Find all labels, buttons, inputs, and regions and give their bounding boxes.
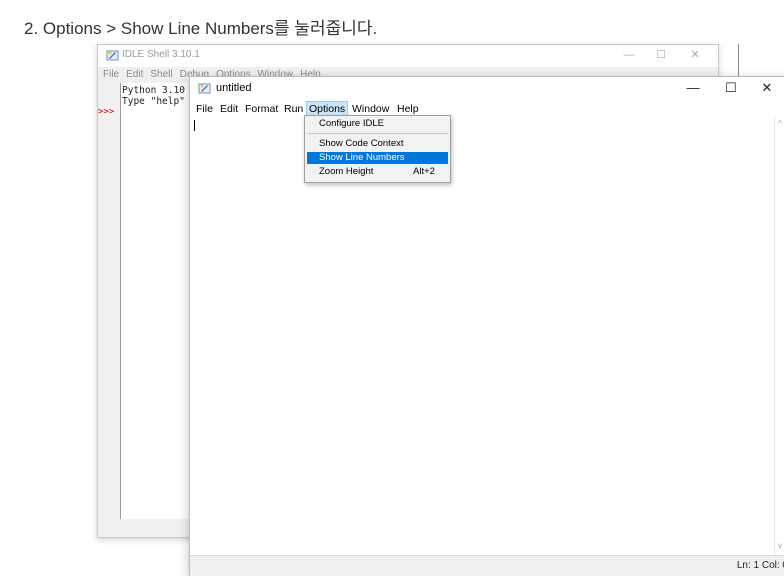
instruction-caption: 2. Options > Show Line Numbers를 눌러줍니다.: [24, 19, 378, 38]
menu-item-show-line-numbers[interactable]: Show Line Numbers: [307, 152, 448, 164]
menu-item-label: Show Code Context: [319, 138, 404, 149]
shell-line: Type "help": [122, 96, 185, 107]
editor-maximize-button[interactable]: ☐: [718, 80, 744, 96]
menu-help[interactable]: Help: [395, 102, 421, 116]
editor-text-area[interactable]: [190, 117, 774, 555]
menu-item-label: Show Line Numbers: [319, 152, 405, 163]
shell-menu-file[interactable]: File: [103, 69, 119, 80]
editor-window[interactable]: untitled — ☐ ✕ File Edit Format Run Opti…: [189, 76, 784, 576]
menu-edit[interactable]: Edit: [218, 102, 240, 116]
menu-file[interactable]: File: [194, 102, 215, 116]
shell-line: Python 3.10: [122, 85, 185, 96]
editor-title-bar[interactable]: untitled — ☐ ✕: [190, 77, 784, 99]
idle-app-icon: [198, 83, 211, 94]
menu-item-zoom-height[interactable]: Zoom Height Alt+2: [307, 166, 448, 178]
menu-window[interactable]: Window: [350, 102, 391, 116]
cursor-position-status: Ln: 1 Col: 0: [736, 560, 784, 571]
idle-app-icon: [106, 50, 119, 61]
editor-menu-bar: File Edit Format Run Options Window Help: [190, 101, 784, 117]
shell-title-bar[interactable]: IDLE Shell 3.10.1 — ☐ ✕: [98, 45, 718, 67]
menu-separator: [307, 133, 448, 134]
menu-format[interactable]: Format: [243, 102, 280, 116]
menu-run[interactable]: Run: [282, 102, 305, 116]
menu-item-show-code-context[interactable]: Show Code Context: [307, 138, 448, 150]
editor-close-button[interactable]: ✕: [754, 80, 780, 96]
editor-minimize-button[interactable]: —: [680, 80, 706, 96]
menu-item-label: Configure IDLE: [319, 118, 384, 129]
shell-minimize-button[interactable]: —: [618, 47, 640, 63]
menu-item-label: Zoom Height: [319, 166, 374, 177]
menu-item-configure-idle[interactable]: Configure IDLE: [307, 118, 448, 130]
window-edge-line: [738, 44, 739, 76]
vertical-scrollbar[interactable]: ^ v: [774, 117, 784, 555]
shell-prompt: >>>: [98, 107, 115, 117]
shell-menu-shell[interactable]: Shell: [150, 69, 172, 80]
shell-maximize-button[interactable]: ☐: [650, 47, 672, 63]
menu-item-shortcut: Alt+2: [413, 166, 435, 177]
shell-menu-edit[interactable]: Edit: [126, 69, 143, 80]
editor-title: untitled: [216, 82, 252, 94]
status-bar: Ln: 1 Col: 0: [190, 555, 784, 576]
scroll-up-icon[interactable]: ^: [778, 119, 782, 128]
shell-output: Python 3.10 Type "help": [122, 85, 185, 107]
text-cursor: [194, 120, 195, 131]
shell-close-button[interactable]: ✕: [684, 47, 706, 63]
options-dropdown-menu: Configure IDLE Show Code Context Show Li…: [304, 115, 451, 183]
shell-title: IDLE Shell 3.10.1: [122, 49, 200, 60]
scroll-down-icon[interactable]: v: [778, 541, 782, 550]
